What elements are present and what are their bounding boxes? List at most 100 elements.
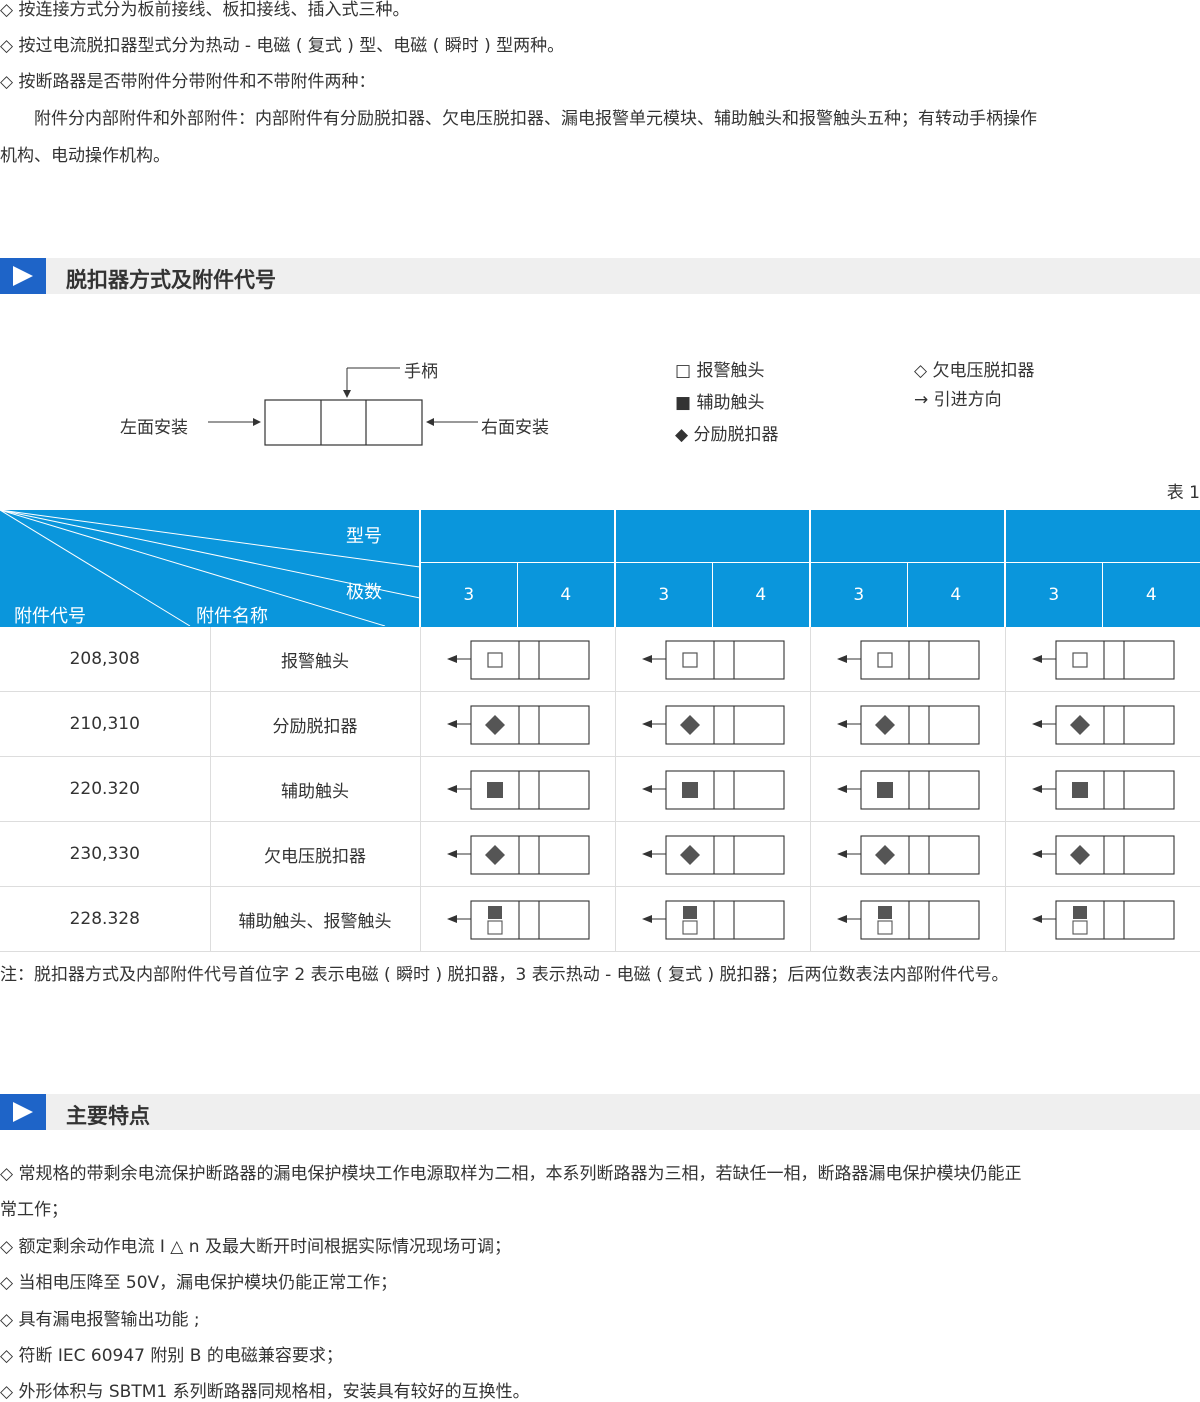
breaker-symbol-icon bbox=[641, 770, 785, 810]
feature-line-2: 常工作； bbox=[0, 1200, 68, 1220]
intro-line-3: ◇ 按断路器是否带附件分带附件和不带附件两种： bbox=[0, 72, 376, 92]
feature-line-1: ◇ 常规格的带剩余电流保护断路器的漏电保护模块工作电源取样为二相，本系列断路器为… bbox=[0, 1164, 1022, 1184]
arrow-left-icon bbox=[641, 915, 652, 923]
arrow-left-icon bbox=[1031, 655, 1042, 663]
open-square-icon bbox=[876, 652, 893, 668]
arrow-left-icon bbox=[641, 720, 652, 728]
breaker-diagram-cell bbox=[419, 821, 615, 887]
accessory-code: 230,330 bbox=[0, 821, 211, 887]
pole-cell: 4 bbox=[516, 562, 615, 627]
breaker-symbol-icon bbox=[641, 835, 785, 875]
feature-line-3: ◇ 额定剩余动作电流 I △ n 及最大断开时间根据实际情况现场可调； bbox=[0, 1237, 511, 1257]
section-header-release-codes: 脱扣器方式及附件代号 bbox=[0, 258, 1200, 294]
breaker-diagram-cell bbox=[809, 821, 1005, 887]
breaker-diagram-cell bbox=[809, 756, 1005, 822]
filled-square-icon bbox=[681, 782, 698, 798]
filled-square-icon bbox=[877, 906, 892, 919]
breaker-diagram-cell bbox=[614, 821, 810, 887]
breaker-diagram-cell bbox=[809, 627, 1005, 692]
breaker-symbol-icon bbox=[641, 640, 785, 680]
breaker-diagram-cell bbox=[809, 886, 1005, 952]
arrow-left-icon bbox=[641, 655, 652, 663]
table-row: 230,330 欠电压脱扣器 bbox=[0, 821, 1200, 887]
table-row: 220.320 辅助触头 bbox=[0, 756, 1200, 822]
legend-shunt: ◆ 分励脱扣器 bbox=[675, 425, 779, 445]
arrow-left-icon bbox=[1031, 850, 1042, 858]
breaker-symbol-icon bbox=[836, 640, 980, 680]
accessory-name: 辅助触头、报警触头 bbox=[210, 886, 421, 952]
section-marker bbox=[0, 1094, 46, 1130]
breaker-symbol-icon bbox=[1031, 770, 1175, 810]
intro-line-5: 机构、电动操作机构。 bbox=[0, 146, 170, 166]
arrow-left-icon bbox=[1031, 785, 1042, 793]
arrow-left-icon bbox=[446, 655, 457, 663]
pole-cell: 3 bbox=[614, 562, 712, 627]
model-cell-1 bbox=[419, 510, 615, 563]
breaker-symbol-icon bbox=[1031, 705, 1175, 745]
accessory-code-table: 型号 极数 附件代号 附件名称 3 4 3 4 3 4 3 4 208,308 报… bbox=[0, 510, 1200, 952]
breaker-diagram-cell bbox=[614, 886, 810, 952]
accessory-name: 辅助触头 bbox=[210, 756, 421, 822]
breaker-symbol-icon bbox=[446, 640, 590, 680]
header-poles: 极数 bbox=[346, 582, 382, 603]
play-triangle-icon bbox=[13, 1102, 33, 1122]
breaker-symbol-icon bbox=[836, 900, 980, 940]
handle-label: 手柄 bbox=[404, 362, 438, 382]
legend-lead-direction: → 引进方向 bbox=[914, 390, 1002, 410]
breaker-diagram-cell bbox=[1004, 691, 1200, 757]
section-title: 主要特点 bbox=[66, 1104, 150, 1128]
diagonal-header-cell: 型号 极数 附件代号 附件名称 bbox=[0, 510, 420, 627]
model-cell-4 bbox=[1004, 510, 1200, 563]
accessory-code: 228.328 bbox=[0, 886, 211, 952]
breaker-diagram-cell bbox=[419, 756, 615, 822]
breaker-symbol-icon bbox=[446, 770, 590, 810]
model-cell-3 bbox=[809, 510, 1005, 563]
arrow-left-icon bbox=[446, 850, 457, 858]
arrow-left-icon bbox=[446, 785, 457, 793]
arrow-left-icon bbox=[1031, 720, 1042, 728]
arrow-left-icon bbox=[836, 720, 847, 728]
intro-line-4: 附件分内部附件和外部附件：内部附件有分励脱扣器、欠电压脱扣器、漏电报警单元模块、… bbox=[0, 109, 1037, 129]
section-title: 脱扣器方式及附件代号 bbox=[66, 268, 276, 292]
pole-cell: 3 bbox=[1004, 562, 1102, 627]
accessory-code: 220.320 bbox=[0, 756, 211, 822]
left-mount-label: 左面安装 bbox=[120, 418, 188, 438]
pole-cell: 3 bbox=[809, 562, 907, 627]
filled-square-icon bbox=[486, 782, 503, 798]
breaker-symbol-icon bbox=[836, 770, 980, 810]
mounting-diagram bbox=[208, 367, 478, 446]
filled-square-icon bbox=[1071, 782, 1088, 798]
open-square-icon bbox=[1072, 652, 1088, 668]
arrow-left-icon bbox=[836, 655, 847, 663]
arrow-left-icon bbox=[1031, 915, 1042, 923]
right-mount-label: 右面安装 bbox=[481, 418, 549, 438]
table-note: 注：脱扣器方式及内部附件代号首位字 2 表示电磁 ( 瞬时 ) 脱扣器，3 表示… bbox=[0, 965, 1009, 985]
open-square-icon bbox=[486, 920, 503, 935]
breaker-diagram-cell bbox=[1004, 886, 1200, 952]
play-triangle-icon bbox=[13, 266, 33, 286]
pole-cell: 3 bbox=[419, 562, 517, 627]
pole-cell: 4 bbox=[1101, 562, 1200, 627]
feature-line-6: ◇ 符断 IEC 60947 附别 B 的电磁兼容要求； bbox=[0, 1346, 343, 1366]
breaker-diagram-cell bbox=[419, 691, 615, 757]
table-row: 228.328 辅助触头、报警触头 bbox=[0, 886, 1200, 952]
feature-line-4: ◇ 当相电压降至 50V，漏电保护模块仍能正常工作； bbox=[0, 1273, 398, 1293]
breaker-diagram-cell bbox=[614, 627, 810, 692]
breaker-diagram-cell bbox=[1004, 627, 1200, 692]
legend-aux: ■ 辅助触头 bbox=[675, 393, 765, 413]
breaker-diagram-cell bbox=[419, 627, 615, 692]
accessory-name: 欠电压脱扣器 bbox=[210, 821, 421, 887]
header-model: 型号 bbox=[346, 526, 382, 547]
arrow-left-icon bbox=[446, 720, 457, 728]
filled-square-icon bbox=[1072, 906, 1087, 919]
pole-cell: 4 bbox=[906, 562, 1005, 627]
filled-square-icon bbox=[682, 906, 697, 919]
breaker-diagram-cell bbox=[1004, 821, 1200, 887]
table-row: 210,310 分励脱扣器 bbox=[0, 691, 1200, 757]
breaker-diagram-cell bbox=[614, 756, 810, 822]
feature-line-7: ◇ 外形体积与 SBTM1 系列断路器同规格相，安装具有较好的互换性。 bbox=[0, 1382, 530, 1402]
arrow-left-icon bbox=[446, 915, 457, 923]
header-name: 附件名称 bbox=[196, 606, 268, 627]
arrow-left-icon bbox=[641, 785, 652, 793]
table-row: 208,308 报警触头 bbox=[0, 627, 1200, 692]
